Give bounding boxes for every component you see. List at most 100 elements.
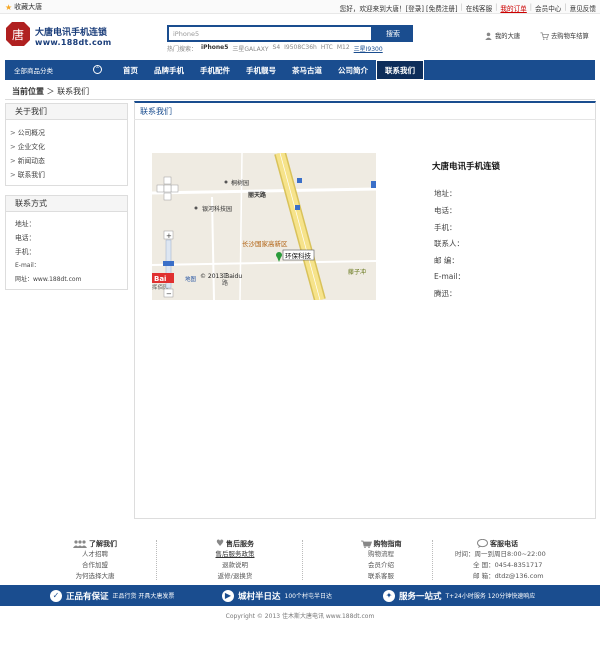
cart-link[interactable]: 去购物车结算 [540, 31, 589, 40]
heart-icon: ♥ [215, 538, 225, 549]
footer-col-guide: 购物指南 购物流程 会员介绍 联系客服 [346, 538, 416, 582]
main-title: 联系我们 [134, 103, 596, 120]
pan-up-button[interactable] [163, 176, 172, 185]
about-title: 关于我们 [6, 104, 127, 120]
footer-link[interactable]: 购物流程 [346, 549, 416, 560]
breadcrumb-sep: ＞ [46, 87, 55, 96]
map-label-changsha: 长沙国家高新区 [242, 239, 288, 248]
nav-item-contact[interactable]: 联系我们 [376, 60, 424, 80]
hot-item[interactable]: M12 [337, 44, 350, 53]
pan-down-button[interactable] [163, 192, 172, 201]
minus-icon: − [166, 290, 172, 298]
service-onestop: ✦ 服务一站式 T+24小时服务 120分钟快速响应 [383, 585, 535, 606]
service-desc: 100个村屯半日达 [284, 593, 332, 600]
chevron-up-icon[interactable]: ⌃ [93, 65, 102, 74]
sidebar-item-overview[interactable]: 公司概况 [10, 126, 127, 140]
hot-item[interactable]: HTC [321, 44, 333, 53]
info-email: E-mail： [434, 272, 466, 281]
greeting-login-register[interactable]: 您好，欢迎来到大唐！[登录] [免费注册] [340, 3, 458, 13]
pan-center-button[interactable] [163, 184, 172, 193]
footer-col-title: 了解我们 [60, 538, 130, 549]
hot-item[interactable]: S4 [273, 44, 281, 53]
company-name: 大唐电讯手机连锁 [432, 162, 501, 172]
separator: | [460, 3, 463, 11]
hot-label: 热门搜索： [167, 46, 198, 53]
footer-link[interactable]: 售后服务政策 [200, 549, 270, 560]
breadcrumb-label: 当前位置 [12, 87, 44, 96]
footer-link[interactable]: 人才招聘 [60, 549, 130, 560]
top-links: 您好，欢迎来到大唐！[登录] [免费注册] | 在线客服 | 我的订单 | 会员… [340, 3, 596, 13]
my-tang-link[interactable]: 我的大唐 [484, 31, 520, 40]
feedback-link[interactable]: 意见反馈 [570, 3, 596, 13]
footer-col-aftersales: ♥ 售后服务 售后服务政策 退款说明 返修/退换货 [200, 538, 270, 582]
info-tencent: 腾迅： [434, 289, 457, 298]
footer-link[interactable]: 会员介绍 [346, 560, 416, 571]
copyright: Copyright © 2013 佳木斯大唐电讯 www.188dt.com [225, 613, 375, 620]
footer-link[interactable]: 合作加盟 [60, 560, 130, 571]
footer-link[interactable]: 联系客服 [346, 571, 416, 582]
hot-item-highlight[interactable]: 三星I9300 [354, 44, 383, 53]
brand-domain: www.188dt.com [35, 38, 112, 47]
footer-aftersales-title: 售后服务 [226, 539, 255, 548]
search-button[interactable]: 搜索 [373, 25, 413, 42]
sidebar-item-news[interactable]: 新闻动态 [10, 154, 127, 168]
footer-about-title: 了解我们 [89, 539, 117, 548]
checkmark-icon: ✓ [50, 589, 62, 602]
my-orders-link[interactable]: 我的订单 [500, 3, 526, 13]
service-desc: T+24小时服务 120分钟快速响应 [445, 593, 536, 600]
nav-item-about[interactable]: 公司简介 [330, 60, 376, 80]
nav-item-brand-phones[interactable]: 品牌手机 [146, 60, 192, 80]
hot-item[interactable]: iPhone5 [201, 44, 228, 53]
map-label-lu: 路 [222, 279, 228, 287]
info-address: 地址： [434, 189, 457, 198]
pan-left-button[interactable] [156, 184, 165, 193]
divider [432, 540, 433, 580]
footer-col-title: 客服电话 [455, 538, 565, 549]
marker-label: 环保科技 [285, 251, 312, 260]
separator: | [495, 3, 498, 11]
zoom-slider-handle[interactable] [163, 261, 174, 266]
footer-col-title: ♥ 售后服务 [200, 538, 270, 549]
plus-icon: + [166, 232, 172, 240]
baidu-logo-text: Bai [154, 275, 166, 283]
sidebar-item-culture[interactable]: 企业文化 [10, 140, 127, 154]
baidu-logo-du: 地图 [185, 275, 197, 283]
contact-address: 地址： [15, 220, 36, 228]
hot-item[interactable]: I9508C36h [284, 44, 317, 53]
all-categories-menu[interactable]: 全部商品分类 ⌃ [5, 60, 115, 80]
divider [156, 540, 157, 580]
service-band: ✓ 正品有保证 正品行货 开具大唐发票 ▶ 城村半日达 100个村屯半日达 ✦ … [0, 585, 600, 606]
brand-name: 大唐电讯手机连锁 [35, 28, 108, 38]
pan-right-button[interactable] [170, 184, 179, 193]
nav-item-phone-numbers[interactable]: 手机靓号 [238, 60, 284, 80]
logo-icon[interactable]: 唐 [6, 22, 30, 46]
divider [302, 540, 303, 580]
my-tang-label: 我的大唐 [495, 33, 521, 40]
footer-link[interactable]: 退款说明 [200, 560, 270, 571]
people-icon [73, 539, 87, 548]
sidebar-item-contact[interactable]: 联系我们 [10, 168, 127, 182]
contact-phone: 电话： [15, 234, 36, 242]
footer-hotline-title: 客服电话 [490, 539, 518, 548]
footer-link[interactable]: 为何选择大唐 [60, 571, 130, 582]
cart-icon [360, 540, 372, 548]
hot-item[interactable]: 三星GALAXY [232, 44, 268, 53]
info-phone: 电话： [434, 206, 457, 215]
nav-item-home[interactable]: 首页 [115, 60, 146, 80]
map-label-yinhe: 银河科技园 [202, 205, 232, 213]
cart-icon [540, 31, 549, 40]
online-service-link[interactable]: 在线客服 [466, 3, 492, 13]
nav-item-accessories[interactable]: 手机配件 [192, 60, 238, 80]
breadcrumb-current: 联系我们 [57, 87, 90, 96]
baidu-map[interactable]: 桐树园 丽天路 银河科技园 长沙国家高新区 藤子冲 汇 路 挥佰园 环保科技 +… [152, 153, 376, 300]
favorite-link[interactable]: ★ 收藏大唐 [5, 2, 42, 12]
map-poi-dot [194, 206, 198, 210]
nav-item-tea-horse-road[interactable]: 茶马古道 [284, 60, 330, 80]
footer-col-hotline: 客服电话 时间：周一到周日8:00~22:00 全 国：0454-8351717… [455, 538, 565, 582]
map-canvas[interactable]: 桐树园 丽天路 银河科技园 长沙国家高新区 藤子冲 汇 路 挥佰园 环保科技 +… [152, 153, 376, 300]
map-label-lizi: 藤子冲 [348, 268, 366, 276]
member-center-link[interactable]: 会员中心 [535, 3, 561, 13]
footer-link[interactable]: 返修/退换货 [200, 571, 270, 582]
search-input[interactable] [167, 25, 373, 42]
footer-col-title: 购物指南 [346, 538, 416, 549]
